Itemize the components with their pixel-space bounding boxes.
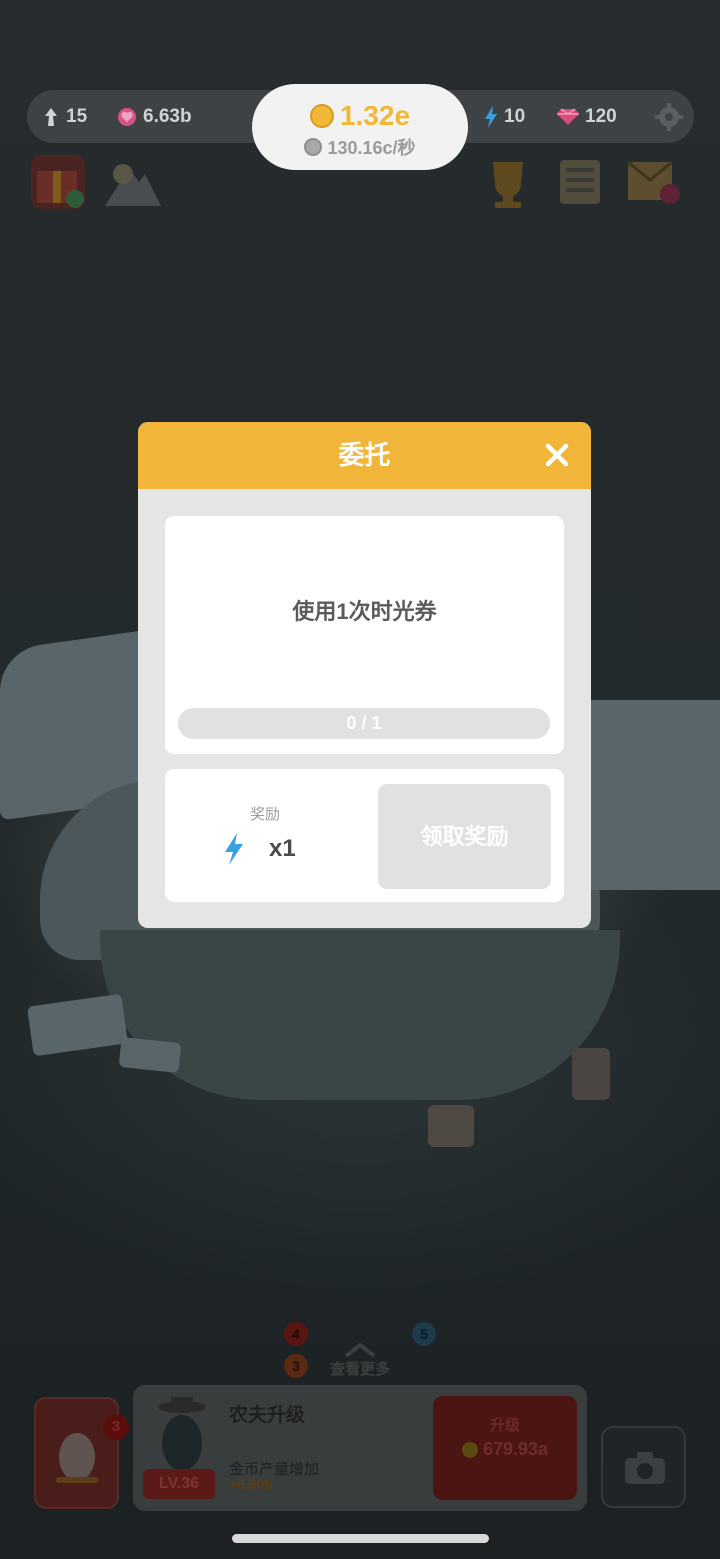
ice-floe-1 — [26, 993, 129, 1057]
view-more-link[interactable]: 查看更多 — [300, 1358, 420, 1379]
task-card: 使用1次时光券 0 / 1 — [165, 516, 564, 754]
upgrade-cost-value: 679.93a — [482, 1439, 549, 1459]
penguin-farmer-avatar — [158, 1397, 206, 1471]
island-cliff — [100, 930, 620, 1100]
upgrade-bonus: +6.60b — [229, 1476, 273, 1492]
lightning-icon — [225, 833, 243, 865]
reward-label: 奖励 — [249, 806, 280, 823]
task-list-icon[interactable] — [556, 156, 604, 208]
close-icon[interactable] — [543, 441, 571, 469]
farmer-upgrade-panel: LV.36 农夫升级 金币产量增加 +6.60b 升级 679.93a — [133, 1385, 587, 1511]
settings-gear-icon[interactable] — [655, 103, 683, 131]
silver-coin-icon — [304, 138, 323, 156]
upgrade-button-label: 升级 — [489, 1417, 520, 1434]
dialog-header: 委托 — [138, 422, 591, 489]
hourglass-object[interactable] — [572, 1048, 610, 1100]
task-progress-text: 0 / 1 — [346, 713, 382, 733]
penguin-count: 15 — [42, 104, 87, 130]
upgrade-title: 农夫升级 — [229, 1405, 306, 1426]
trophy-icon[interactable] — [483, 158, 533, 210]
coin-balance-bubble: 1.32e 130.16c/秒 — [252, 84, 468, 170]
gem-icon — [557, 108, 579, 125]
gem-count-value: 120 — [585, 106, 617, 127]
claim-reward-button[interactable]: 领取奖励 — [378, 784, 551, 889]
coin-balance-value: 1.32e — [339, 100, 411, 131]
camera-icon — [625, 1452, 665, 1484]
treasure-chest[interactable] — [428, 1105, 474, 1147]
energy-count: 10 — [484, 104, 525, 130]
heart-icon — [118, 108, 136, 126]
heart-count: 6.63b — [117, 104, 192, 130]
mail-heart-icon[interactable] — [626, 158, 682, 208]
task-description: 使用1次时光券 — [292, 599, 437, 624]
level-tag: LV.36 — [143, 1469, 215, 1499]
reward-card: 奖励 x1 领取奖励 — [165, 769, 564, 902]
energy-count-value: 10 — [504, 106, 526, 127]
mountain-icon[interactable] — [103, 160, 163, 208]
notification-badge: 5 — [412, 1322, 436, 1346]
egg-badge: 3 — [103, 1414, 129, 1440]
upgrade-button[interactable]: 升级 679.93a — [433, 1396, 577, 1500]
ice-floe-2 — [118, 1036, 182, 1074]
chevron-up-icon[interactable] — [344, 1342, 376, 1358]
gift-icon — [37, 171, 84, 208]
penguin-icon — [45, 108, 57, 126]
egg-button[interactable] — [34, 1397, 119, 1509]
home-indicator[interactable] — [232, 1534, 489, 1543]
dialog-title: 委托 — [338, 440, 391, 470]
commission-dialog: 委托 使用1次时光券 0 / 1 奖励 x1 领取奖励 — [138, 422, 591, 928]
reward-count: x1 — [269, 835, 296, 862]
reward-item: x1 — [223, 833, 296, 865]
penguin-count-value: 15 — [66, 106, 88, 127]
gold-coin-icon — [309, 104, 334, 128]
gold-coin-icon — [461, 1441, 478, 1458]
gem-count: 120 — [557, 104, 617, 130]
lightning-icon — [485, 106, 497, 128]
notification-badge: 4 — [284, 1322, 308, 1346]
task-progress-bar: 0 / 1 — [178, 708, 550, 739]
upgrade-cost: 679.93a — [433, 1439, 577, 1460]
egg-icon — [56, 1433, 98, 1483]
gift-pack-icon[interactable] — [31, 155, 85, 209]
camera-button[interactable] — [601, 1426, 686, 1508]
coin-rate-value: 130.16c/秒 — [327, 138, 416, 158]
heart-count-value: 6.63b — [143, 106, 192, 127]
